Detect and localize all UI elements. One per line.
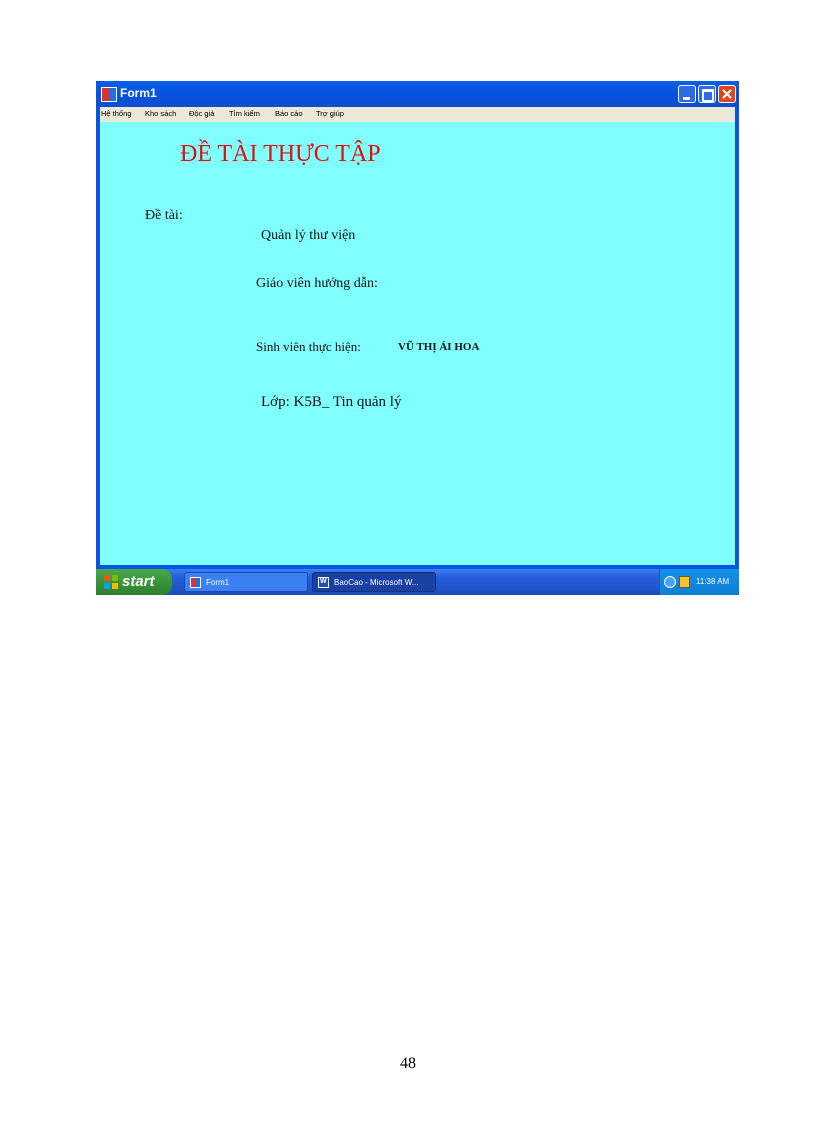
tray-expand-icon[interactable] [664,576,676,588]
taskbar: start Form1 BaoCao - Microsoft W... 11:3… [96,569,739,595]
taskbar-button-baocao[interactable]: BaoCao - Microsoft W... [312,572,436,592]
system-tray: 11:38 AM [659,569,739,595]
close-icon [722,89,732,99]
start-button[interactable]: start [96,569,172,595]
menu-bao-cao[interactable]: Báo cáo [275,109,303,118]
tray-app-icon[interactable] [679,576,690,588]
menu-bar: Hệ thống Kho sách Độc giả Tìm kiếm Báo c… [100,107,735,122]
topic-value: Quản lý thư viện [261,228,356,243]
window-title: Form1 [120,86,157,100]
word-document-icon [318,577,329,588]
teacher-label: Giáo viên hướng dẫn: [256,276,378,291]
topic-label: Đề tài: [145,208,183,223]
taskbar-button-form1[interactable]: Form1 [184,572,308,592]
clock[interactable]: 11:38 AM [696,577,729,586]
class-label: Lớp: K5B_ Tin quản lý [261,394,402,410]
taskbar-label: BaoCao - Microsoft W... [334,578,419,587]
menu-tro-giup[interactable]: Trợ giúp [316,109,344,118]
menu-kho-sach[interactable]: Kho sách [145,109,176,118]
start-label: start [122,573,155,590]
close-button[interactable] [718,85,736,103]
page-number: 48 [400,1055,416,1072]
title-bar[interactable]: Form1 [96,81,739,107]
form-client-area: ĐỀ TÀI THỰC TẬP Đề tài: Quản lý thư viện… [100,122,735,565]
form-app-icon [190,577,201,588]
form-heading: ĐỀ TÀI THỰC TẬP [180,141,381,167]
menu-he-thong[interactable]: Hệ thống [101,109,131,118]
menu-tim-kiem[interactable]: Tìm kiếm [229,109,260,118]
minimize-button[interactable] [678,85,696,103]
student-value: VŨ THỊ ÁI HOA [398,341,480,353]
screenshot: Form1 Hệ thống Kho sách Độc giả Tìm kiếm… [96,81,739,595]
form-window: Form1 Hệ thống Kho sách Độc giả Tìm kiếm… [96,81,739,569]
form-app-icon [101,87,117,102]
taskbar-label: Form1 [206,578,230,587]
student-label: Sinh viên thực hiện: [256,339,361,354]
windows-flag-icon [104,575,118,589]
menu-doc-gia[interactable]: Độc giả [189,109,214,118]
maximize-button[interactable] [698,85,716,103]
